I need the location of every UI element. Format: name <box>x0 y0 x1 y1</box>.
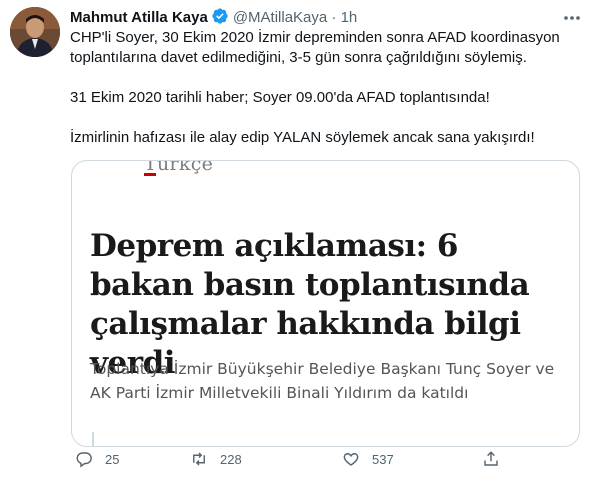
share-button[interactable] <box>482 450 500 468</box>
card-summary: Toplantıya İzmir Büyükşehir Belediye Baş… <box>90 360 555 402</box>
card-divider <box>92 432 94 446</box>
tweet-paragraph: CHP'li Soyer, 30 Ekim 2020 İzmir depremi… <box>70 29 560 66</box>
like-count: 537 <box>372 451 394 467</box>
author-name[interactable]: Mahmut Atilla Kaya <box>70 9 208 26</box>
reply-count: 25 <box>105 451 120 467</box>
retweet-icon <box>193 452 205 466</box>
share-icon <box>484 451 498 466</box>
retweet-button[interactable]: 228 <box>190 450 242 468</box>
avatar[interactable] <box>10 7 60 57</box>
tweet-time[interactable]: 1h <box>341 9 358 26</box>
more-options-icon[interactable] <box>561 10 583 26</box>
like-button[interactable]: 537 <box>342 450 394 468</box>
reply-button[interactable]: 25 <box>75 450 119 468</box>
tweet-paragraph: 31 Ekim 2020 tarihli haber; Soyer 09.00'… <box>70 89 490 106</box>
heart-icon <box>343 453 359 466</box>
author-handle[interactable]: @MAtillaKaya <box>233 9 327 26</box>
tweet[interactable]: Mahmut Atilla Kaya @MAtillaKaya · 1h CHP'… <box>0 0 597 489</box>
tweet-actions: 25 228 537 <box>70 450 550 472</box>
link-preview-card[interactable]: Türkçe Deprem açıklaması: 6 bakan basın … <box>71 160 580 447</box>
retweet-count: 228 <box>220 451 242 467</box>
tweet-text: CHP'li Soyer, 30 Ekim 2020 İzmir depremi… <box>70 28 580 148</box>
avatar-image <box>10 7 60 57</box>
tweet-paragraph: İzmirlinin hafızası ile alay edip YALAN … <box>70 129 535 146</box>
card-logo-accent <box>144 173 156 176</box>
reply-icon <box>76 452 92 468</box>
separator-dot: · <box>331 9 337 26</box>
